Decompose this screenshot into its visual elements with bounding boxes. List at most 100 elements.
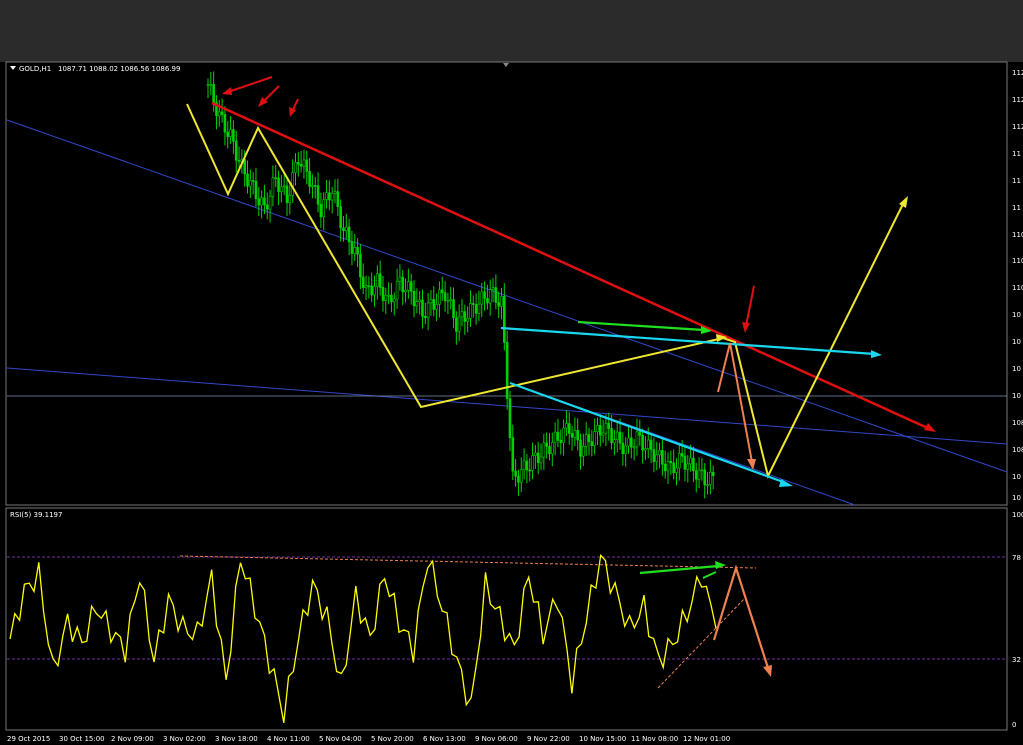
candle-body [466, 318, 469, 322]
candle-body [302, 159, 306, 167]
candle-body [494, 287, 498, 303]
candle-body [573, 430, 577, 438]
price-tick: 112 [1012, 69, 1023, 77]
time-tick: 3 Nov 02:00 [163, 735, 206, 743]
candle-body [409, 281, 413, 292]
candle-body [356, 247, 359, 255]
candle-body [412, 291, 416, 307]
candle-body [646, 439, 650, 449]
rsi-tick: 0 [1012, 721, 1016, 729]
candle-body [249, 180, 252, 187]
candle-body [376, 273, 379, 287]
red-arrow-1[interactable] [227, 76, 273, 93]
candle-body [632, 446, 636, 449]
price-tick: 10 [1012, 338, 1021, 346]
green-arrowhead-icon [715, 561, 726, 569]
candle-body [545, 442, 548, 447]
candle-body [319, 203, 323, 218]
candle-body [567, 423, 571, 434]
green-arrow-rsi-small[interactable] [702, 571, 717, 579]
candle-body [308, 171, 311, 187]
candle-body [361, 276, 365, 288]
time-tick: 29 Oct 2015 [7, 735, 50, 743]
rsi-tick: 78 [1012, 554, 1021, 562]
time-axis: 29 Oct 2015 30 Oct 15:00 2 Nov 09:00 3 N… [7, 735, 730, 743]
price-tick: 10 [1012, 473, 1021, 481]
candle-body [282, 185, 286, 188]
cyan-channel-upper[interactable] [500, 326, 876, 356]
candle-body [601, 432, 605, 436]
green-arrow-rsi[interactable] [639, 564, 719, 575]
candle-body [226, 131, 230, 137]
candle-body [630, 437, 633, 448]
candle-body [418, 299, 421, 302]
candle-body [463, 311, 467, 322]
time-tick: 9 Nov 06:00 [475, 735, 518, 743]
candle-body [446, 299, 450, 302]
rsi-panel-frame [5, 507, 1008, 731]
candle-body [421, 299, 424, 317]
candle-body [686, 463, 690, 470]
rsi-tick: 100 [1012, 511, 1023, 519]
green-arrow-price[interactable] [577, 320, 705, 332]
candle-body [579, 439, 582, 457]
candle-body [325, 192, 328, 200]
candle-body [711, 471, 715, 477]
price-axis: 112 112 112 11 11 11 110 110 110 10 10 1… [1012, 69, 1023, 502]
candle-body [669, 461, 673, 464]
candle-body [424, 316, 427, 319]
candle-body [694, 470, 698, 480]
candle-body [232, 129, 235, 142]
candle-body [350, 241, 354, 254]
rsi-orange-dashed-top[interactable] [179, 555, 757, 569]
price-tick: 11 [1012, 204, 1021, 212]
yellow-zigzag[interactable] [186, 103, 906, 479]
price-tick: 110 [1012, 284, 1023, 292]
candle-body [615, 431, 619, 441]
candle-body [285, 185, 289, 204]
orange-projection-price[interactable] [717, 342, 753, 463]
candle-body [294, 162, 297, 173]
price-tick: 108 [1012, 446, 1023, 454]
candle-body [432, 299, 436, 310]
candle-body [528, 469, 532, 472]
candle-body [548, 446, 551, 455]
price-tick: 110 [1012, 231, 1023, 239]
candle-body [336, 191, 340, 207]
red-arrow-4[interactable] [745, 285, 755, 327]
candle-body [237, 159, 241, 162]
rsi-line [9, 553, 717, 724]
candle-body [672, 462, 675, 474]
candle-body [522, 460, 526, 471]
price-tick: 10 [1012, 494, 1021, 502]
price-tick: 10 [1012, 311, 1021, 319]
candle-body [260, 197, 263, 206]
candle-body [618, 431, 622, 444]
candle-body [229, 129, 232, 137]
candle-body [697, 469, 701, 480]
orange-projection-rsi[interactable] [712, 564, 770, 669]
candle-body [384, 294, 388, 301]
candle-body [553, 431, 557, 443]
red-arrow-2[interactable] [262, 85, 280, 103]
candle-body [305, 159, 309, 172]
candle-body [683, 455, 687, 470]
candle-body [652, 449, 656, 462]
time-tick: 6 Nov 13:00 [423, 735, 466, 743]
candle-body [584, 434, 588, 447]
candle-body [333, 191, 337, 194]
collapse-triangle-icon[interactable] [10, 66, 16, 70]
candle-body [598, 425, 602, 436]
yellow-arrowhead-icon [899, 196, 908, 208]
candle-body [429, 299, 433, 304]
candle-body [505, 342, 509, 399]
candle-body [576, 430, 580, 441]
candle-body [398, 276, 402, 282]
cyan-channel-lower[interactable] [509, 381, 787, 485]
red-trend-line[interactable] [211, 101, 933, 432]
candle-body [455, 317, 458, 332]
candle-body [234, 140, 238, 161]
candle-body [536, 452, 540, 464]
candle-body [471, 303, 475, 305]
shift-marker-icon[interactable] [503, 63, 509, 67]
